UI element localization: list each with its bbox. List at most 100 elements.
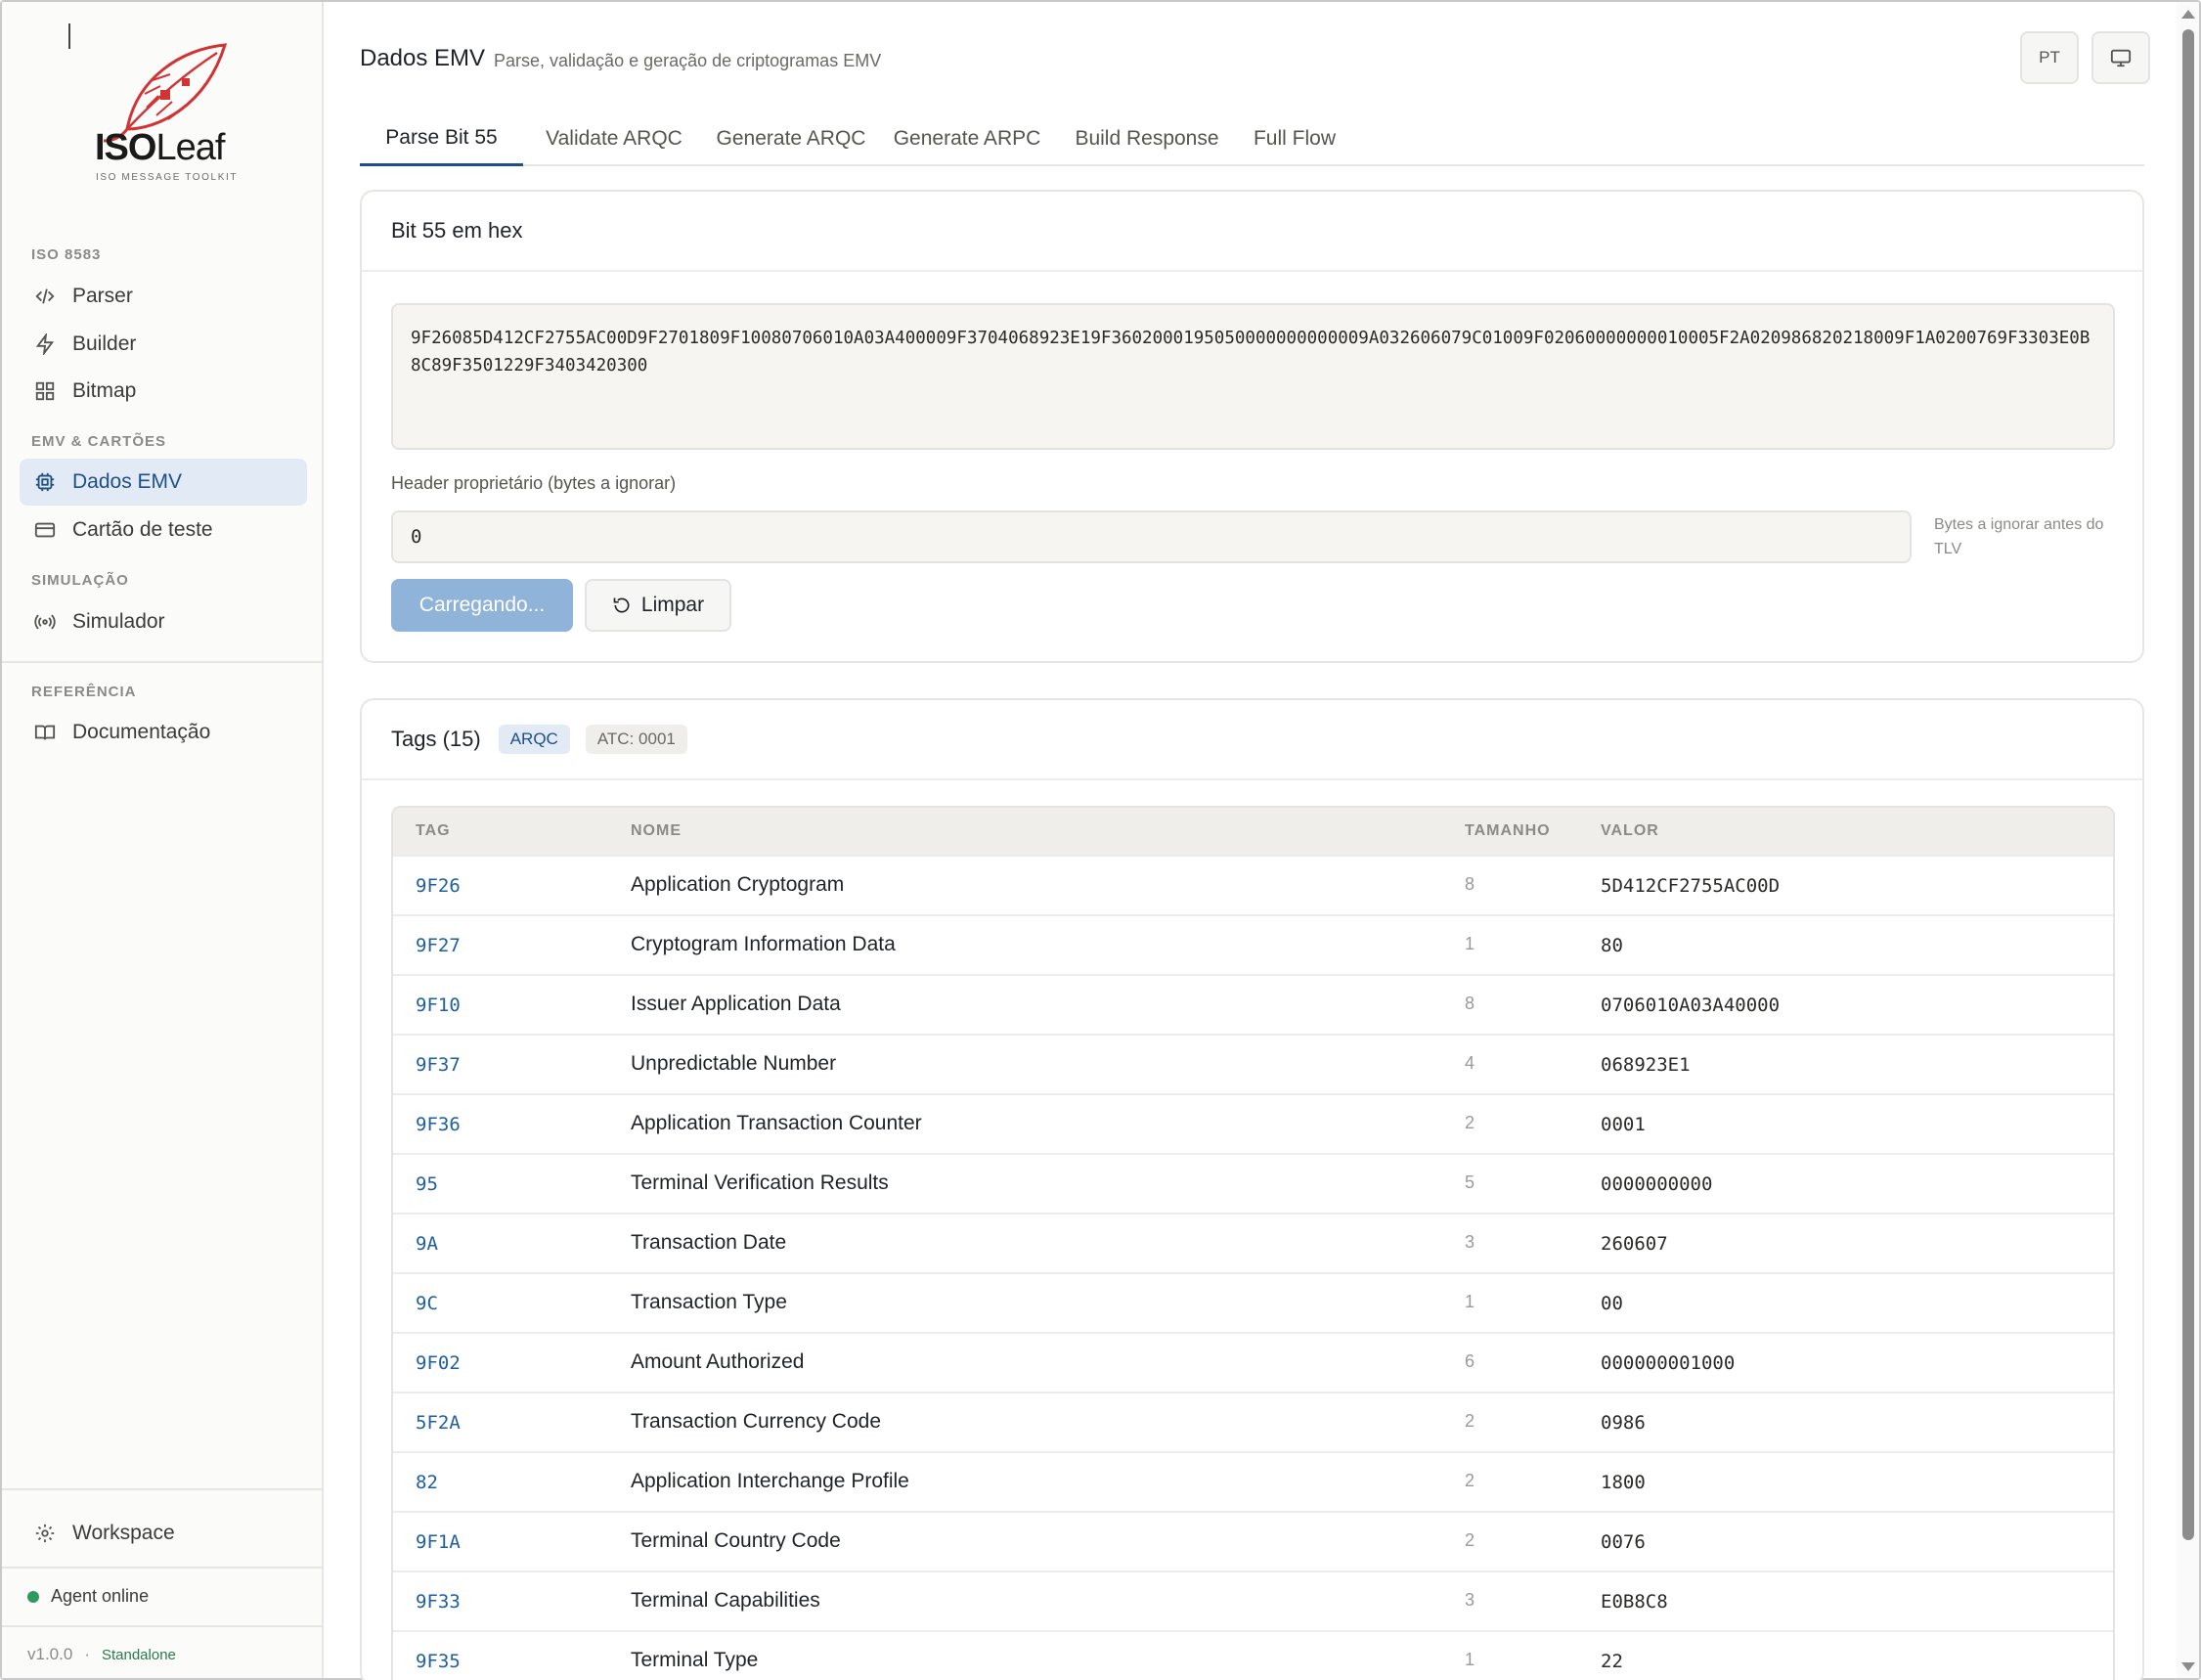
name-cell: Application Cryptogram bbox=[631, 873, 845, 896]
header-field-label: Header proprietário (bytes a ignorar) bbox=[391, 473, 677, 493]
sidebar-item-documentacao[interactable]: Documentação bbox=[20, 709, 307, 756]
sidebar-item-label: Bitmap bbox=[72, 379, 137, 402]
bit55-hex-textarea[interactable]: 9F26085D412CF2755AC00D9F2701809F10080706… bbox=[391, 303, 2115, 450]
status-dot-icon bbox=[27, 1590, 39, 1603]
header-bytes-input[interactable]: 0 bbox=[391, 510, 1912, 563]
table-row[interactable]: 9F35 Terminal Type 1 22 bbox=[393, 1630, 2113, 1680]
nav-section-simulacao: SIMULAÇÃO bbox=[31, 572, 129, 589]
clear-button-label: Limpar bbox=[640, 594, 705, 616]
logo-tagline: ISO MESSAGE TOOLKIT bbox=[96, 172, 239, 183]
cryptogram-type-badge: ARQC bbox=[498, 725, 570, 754]
sidebar-item-label: Dados EMV bbox=[72, 470, 183, 493]
refresh-icon bbox=[613, 597, 630, 613]
name-cell: Cryptogram Information Data bbox=[631, 933, 896, 955]
table-row[interactable]: 9F36 Application Transaction Counter 2 0001 bbox=[393, 1093, 2113, 1153]
display-mode-button[interactable] bbox=[2091, 31, 2150, 84]
scrollbar-thumb[interactable] bbox=[2182, 29, 2194, 1540]
sidebar-item-bitmap[interactable]: Bitmap bbox=[20, 368, 307, 415]
tag-cell: 9F35 bbox=[416, 1651, 461, 1672]
tab-build-response[interactable]: Build Response bbox=[1064, 111, 1230, 166]
value-cell: 068923E1 bbox=[1601, 1054, 1691, 1076]
name-cell: Terminal Type bbox=[631, 1649, 759, 1671]
tab-generate-arqc[interactable]: Generate ARQC bbox=[713, 111, 869, 166]
size-cell: 8 bbox=[1465, 994, 1475, 1013]
size-cell: 8 bbox=[1465, 874, 1475, 894]
table-row[interactable]: 82 Application Interchange Profile 2 1800 bbox=[393, 1451, 2113, 1511]
agent-status-label: Agent online bbox=[51, 1586, 150, 1606]
page-scrollbar[interactable] bbox=[2177, 2, 2199, 1678]
sidebar-item-simulador[interactable]: Simulador bbox=[20, 598, 307, 645]
nav-section-referencia: REFERÊNCIA bbox=[31, 684, 137, 700]
tags-card-header: Tags (15) ARQC ATC: 0001 bbox=[362, 700, 2142, 780]
tab-full-flow[interactable]: Full Flow bbox=[1245, 111, 1344, 166]
version-info: v1.0.0 · Standalone bbox=[27, 1645, 176, 1664]
sidebar-item-builder[interactable]: Builder bbox=[20, 321, 307, 368]
table-row[interactable]: 9A Transaction Date 3 260607 bbox=[393, 1213, 2113, 1272]
agent-status: Agent online bbox=[27, 1586, 149, 1607]
sidebar-item-cartao-teste[interactable]: Cartão de teste bbox=[20, 507, 307, 553]
sidebar-item-dados-emv[interactable]: Dados EMV bbox=[20, 459, 307, 506]
name-cell: Terminal Capabilities bbox=[631, 1589, 820, 1612]
name-cell: Transaction Currency Code bbox=[631, 1410, 881, 1433]
table-row[interactable]: 95 Terminal Verification Results 5 00000000… bbox=[393, 1153, 2113, 1213]
tab-parse-bit55[interactable]: Parse Bit 55 bbox=[360, 111, 523, 166]
sidebar-item-label: Cartão de teste bbox=[72, 518, 213, 541]
atc-badge: ATC: 0001 bbox=[585, 725, 687, 754]
value-cell: 0076 bbox=[1601, 1531, 1646, 1553]
gear-icon bbox=[33, 1522, 57, 1545]
table-row[interactable]: 9F10 Issuer Application Data 8 0706010A03A4… bbox=[393, 974, 2113, 1034]
parse-button[interactable]: Carregando... bbox=[391, 579, 573, 632]
scroll-up-arrow-icon[interactable] bbox=[2181, 10, 2195, 19]
sidebar-item-parser[interactable]: Parser bbox=[20, 273, 307, 320]
table-row[interactable]: 9F1A Terminal Country Code 2 0076 bbox=[393, 1511, 2113, 1570]
name-cell: Issuer Application Data bbox=[631, 993, 841, 1015]
value-cell: 80 bbox=[1601, 935, 1623, 956]
tag-cell: 9F33 bbox=[416, 1591, 461, 1613]
tag-cell: 9F02 bbox=[416, 1352, 461, 1374]
language-button[interactable]: PT bbox=[2020, 31, 2079, 84]
tag-cell: 9F36 bbox=[416, 1114, 461, 1135]
size-cell: 5 bbox=[1465, 1172, 1475, 1192]
tag-cell: 5F2A bbox=[416, 1412, 461, 1434]
tag-cell: 9F1A bbox=[416, 1531, 461, 1553]
table-row[interactable]: 5F2A Transaction Currency Code 2 0986 bbox=[393, 1392, 2113, 1451]
size-cell: 3 bbox=[1465, 1232, 1475, 1252]
name-cell: Application Transaction Counter bbox=[631, 1112, 922, 1134]
scroll-down-arrow-icon[interactable] bbox=[2181, 1662, 2195, 1671]
sidebar-divider bbox=[2, 1625, 324, 1627]
name-cell: Transaction Date bbox=[631, 1231, 787, 1254]
size-cell: 6 bbox=[1465, 1351, 1475, 1371]
name-cell: Amount Authorized bbox=[631, 1350, 805, 1373]
table-row[interactable]: 9C Transaction Type 1 00 bbox=[393, 1272, 2113, 1332]
tab-validate-arqc[interactable]: Validate ARQC bbox=[536, 111, 692, 166]
table-row[interactable]: 9F02 Amount Authorized 6 000000001000 bbox=[393, 1332, 2113, 1392]
table-row[interactable]: 9F37 Unpredictable Number 4 068923E1 bbox=[393, 1034, 2113, 1093]
value-cell: 22 bbox=[1601, 1651, 1623, 1672]
sidebar-item-workspace[interactable]: Workspace bbox=[20, 1510, 307, 1557]
clear-button[interactable]: Limpar bbox=[585, 579, 731, 632]
size-cell: 2 bbox=[1465, 1113, 1475, 1132]
tag-cell: 9C bbox=[416, 1293, 438, 1314]
table-row[interactable]: 9F27 Cryptogram Information Data 1 80 bbox=[393, 914, 2113, 974]
sidebar-divider bbox=[2, 1488, 324, 1490]
name-cell: Unpredictable Number bbox=[631, 1052, 837, 1075]
bolt-icon bbox=[33, 332, 57, 356]
mode-label: Standalone bbox=[101, 1646, 176, 1663]
nav-section-iso8583: ISO 8583 bbox=[31, 246, 102, 263]
column-header-tamanho: TAMANHO bbox=[1465, 822, 1551, 839]
value-cell: 0000000000 bbox=[1601, 1173, 1713, 1195]
value-cell: 1800 bbox=[1601, 1472, 1646, 1493]
size-cell: 3 bbox=[1465, 1590, 1475, 1610]
value-cell: 0706010A03A40000 bbox=[1601, 995, 1781, 1016]
tab-generate-arpc[interactable]: Generate ARPC bbox=[889, 111, 1045, 166]
card-icon bbox=[33, 518, 57, 542]
table-row[interactable]: 9F26 Application Cryptogram 8 5D412CF2755AC… bbox=[393, 855, 2113, 914]
sidebar-divider bbox=[2, 661, 324, 663]
grid-icon bbox=[33, 379, 57, 403]
nav-section-emv: EMV & CARTÕES bbox=[31, 433, 167, 450]
table-row[interactable]: 9F33 Terminal Capabilities 3 E0B8C8 bbox=[393, 1570, 2113, 1630]
sidebar-item-label: Workspace bbox=[72, 1522, 175, 1544]
tag-cell: 82 bbox=[416, 1472, 438, 1493]
sidebar: ISOLeaf ISO MESSAGE TOOLKIT ISO 8583 Par… bbox=[2, 2, 324, 1678]
sidebar-item-label: Parser bbox=[72, 285, 133, 307]
